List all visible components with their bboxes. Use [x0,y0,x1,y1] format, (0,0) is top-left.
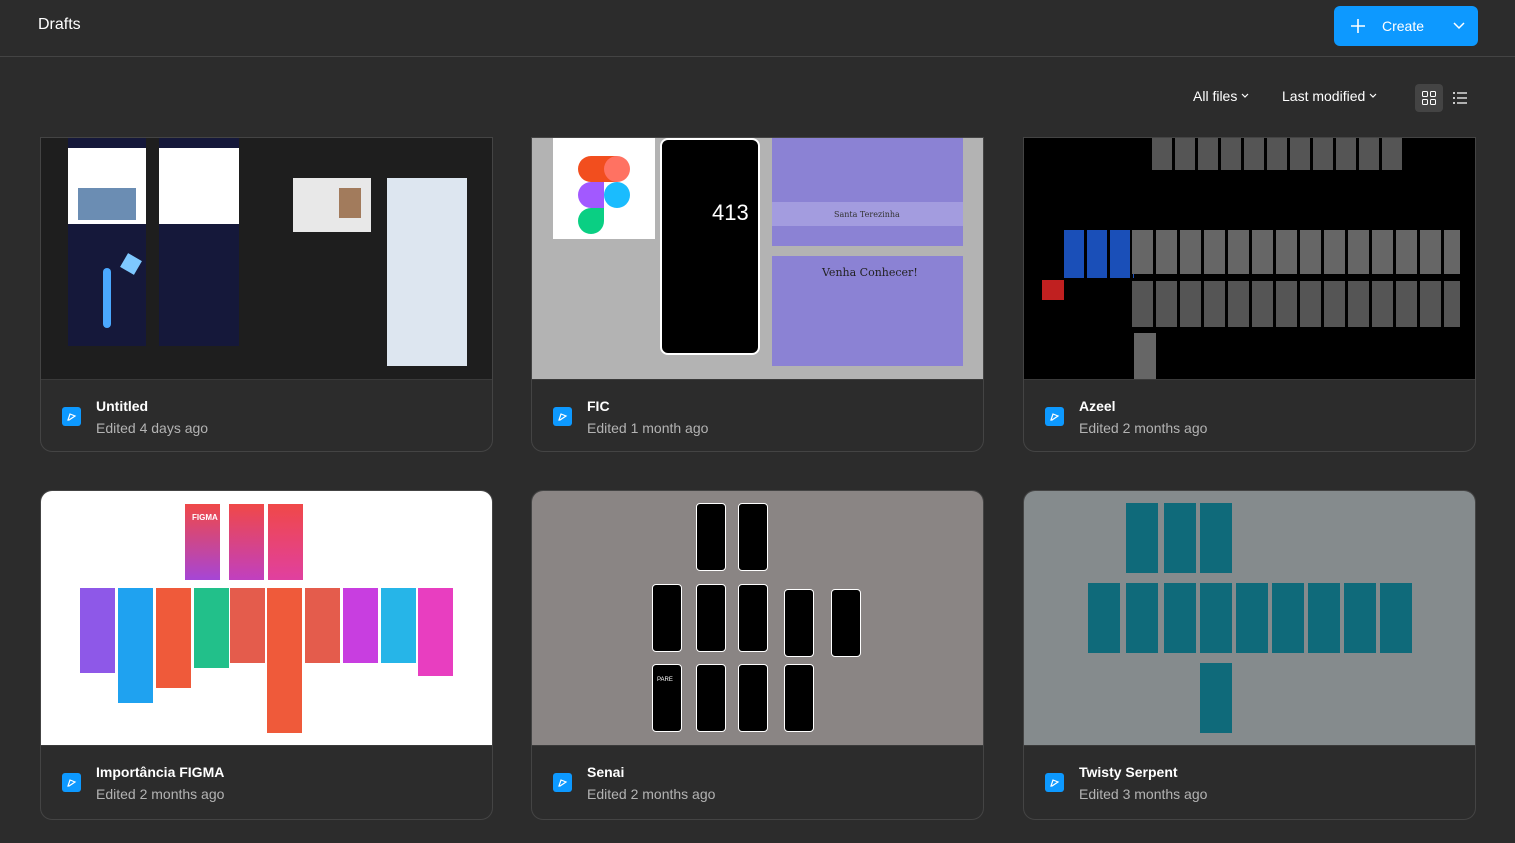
create-button[interactable]: Create [1334,6,1478,46]
cta-text: Venha Conhecer! [822,266,918,279]
stop-sign-text: PARE [657,677,673,683]
file-name: Senai [587,764,625,780]
file-name: Azeel [1079,398,1116,414]
design-file-icon [1045,407,1064,426]
file-meta: FIC Edited 1 month ago [532,379,983,451]
file-edited-time: Edited 4 days ago [96,420,209,436]
design-file-icon [553,407,572,426]
list-view-button[interactable] [1446,84,1474,112]
sort-label: Last modified [1282,88,1366,104]
file-edited-time: Edited 3 months ago [1079,786,1208,802]
files-filter-dropdown[interactable]: All files [1193,88,1249,104]
file-card[interactable]: Azeel Edited 2 months ago [1023,137,1476,452]
calculator-display: 413 [712,200,749,225]
file-card[interactable]: Untitled Edited 4 days ago [40,137,493,452]
chevron-down-icon [1369,93,1377,98]
file-grid: Untitled Edited 4 days ago 413 Santa Ter… [40,137,1477,843]
design-file-icon [553,773,572,792]
file-edited-time: Edited 1 month ago [587,420,709,436]
file-thumbnail: PARE [532,491,983,745]
figma-logo-icon [578,156,630,234]
file-meta: Twisty Serpent Edited 3 months ago [1024,745,1475,818]
file-meta: Importância FIGMA Edited 2 months ago [41,745,492,818]
top-bar: Drafts Create [0,0,1515,57]
file-meta: Senai Edited 2 months ago [532,745,983,818]
list-icon [1453,92,1467,104]
chevron-down-icon [1241,93,1249,98]
file-meta: Untitled Edited 4 days ago [41,379,492,451]
files-filter-label: All files [1193,88,1238,104]
create-button-label: Create [1382,18,1425,34]
sort-dropdown[interactable]: Last modified [1282,88,1377,104]
file-edited-time: Edited 2 months ago [96,786,225,802]
file-meta: Azeel Edited 2 months ago [1024,379,1475,451]
file-name: Twisty Serpent [1079,764,1178,780]
file-thumbnail: 413 Santa Terezinha Venha Conhecer! [532,138,983,379]
file-toolbar: All files Last modified [0,84,1515,112]
chevron-down-icon[interactable] [1440,22,1478,30]
file-thumbnail [1024,491,1475,745]
grid-icon [1422,91,1436,105]
file-name: Untitled [96,398,149,414]
plus-icon [1334,19,1382,33]
brand-name-text: Santa Terezinha [834,210,900,219]
file-card[interactable]: FIGMA Importância FIGMA Edited 2 months … [40,490,493,820]
file-thumbnail [1024,138,1475,379]
file-thumbnail: FIGMA [41,491,492,745]
design-file-icon [62,407,81,426]
design-file-icon [1045,773,1064,792]
file-name: Importância FIGMA [96,764,225,780]
figma-banner-text: FIGMA [192,513,218,522]
design-file-icon [62,773,81,792]
grid-view-button[interactable] [1415,84,1443,112]
file-edited-time: Edited 2 months ago [1079,420,1208,436]
file-card[interactable]: Twisty Serpent Edited 3 months ago [1023,490,1476,820]
file-name: FIC [587,398,610,414]
file-card[interactable]: PARE Senai Edited 2 months ago [531,490,984,820]
page-title: Drafts [38,16,81,33]
file-thumbnail [41,138,492,379]
file-edited-time: Edited 2 months ago [587,786,716,802]
file-card[interactable]: 413 Santa Terezinha Venha Conhecer! FIC … [531,137,984,452]
